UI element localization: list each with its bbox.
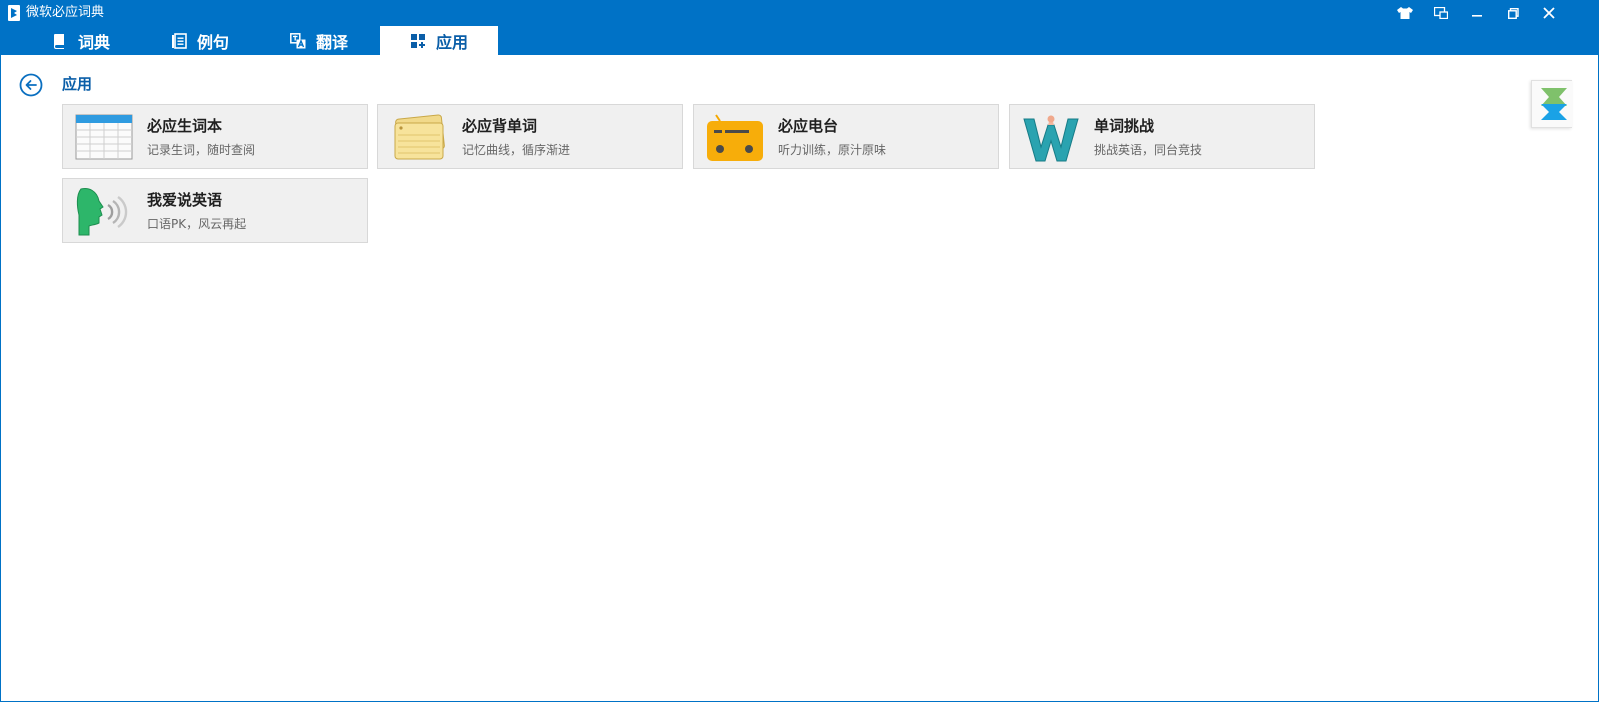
- close-button[interactable]: [1531, 0, 1567, 26]
- tab-apps[interactable]: 应用: [380, 26, 498, 55]
- tab-label: 应用: [436, 32, 469, 52]
- skin-button[interactable]: [1387, 0, 1423, 26]
- tab-label: 词典: [78, 32, 111, 52]
- app-title: 必应生词本: [147, 117, 223, 135]
- speaking-icon: [76, 188, 128, 236]
- app-card-flashcards[interactable]: 必应背单词 记忆曲线，循序渐进: [377, 104, 683, 169]
- tab-label: 例句: [197, 32, 230, 52]
- app-subtitle: 挑战英语，同台竞技: [1094, 143, 1203, 157]
- app-subtitle: 记录生词，随时查阅: [147, 143, 256, 157]
- skin-icon: [1397, 7, 1413, 19]
- tab-translate[interactable]: 翻译: [290, 26, 348, 55]
- side-widget[interactable]: [1531, 80, 1572, 128]
- wordbook-icon: [75, 114, 133, 160]
- translate-icon: [290, 32, 306, 48]
- app-card-wordbook[interactable]: 必应生词本 记录生词，随时查阅: [62, 104, 368, 169]
- app-subtitle: 听力训练，原汁原味: [778, 143, 887, 157]
- app-card-speaking[interactable]: 我爱说英语 口语PK，风云再起: [62, 178, 368, 243]
- tab-bar: 词典 例句 翻译 应用: [0, 26, 1599, 55]
- tab-dictionary[interactable]: 词典: [52, 26, 110, 55]
- restore-button[interactable]: [1495, 0, 1531, 26]
- window-title: 微软必应词典: [26, 5, 105, 20]
- app-title: 单词挑战: [1094, 117, 1155, 135]
- sentences-icon: [172, 32, 187, 49]
- tab-sentences[interactable]: 例句: [171, 26, 229, 55]
- app-subtitle: 口语PK，风云再起: [147, 217, 247, 231]
- tab-label: 翻译: [316, 32, 349, 52]
- app-card-word-challenge[interactable]: 单词挑战 挑战英语，同台竞技: [1009, 104, 1315, 169]
- book-icon: [54, 33, 64, 49]
- title-bar: 微软必应词典: [0, 0, 1599, 26]
- word-challenge-icon: [1023, 115, 1079, 162]
- restore-icon: [1507, 7, 1519, 19]
- app-title: 必应背单词: [462, 117, 538, 135]
- radio-icon: [707, 114, 763, 161]
- mini-mode-button[interactable]: [1423, 0, 1459, 26]
- back-arrow-icon[interactable]: [19, 73, 43, 97]
- mini-mode-icon: [1434, 7, 1448, 19]
- minimize-button[interactable]: [1459, 0, 1495, 26]
- flashcards-icon: [394, 114, 445, 160]
- apps-icon: [411, 33, 425, 48]
- app-subtitle: 记忆曲线，循序渐进: [462, 143, 571, 157]
- app-title: 必应电台: [778, 117, 839, 135]
- app-title: 我爱说英语: [147, 191, 223, 209]
- page-title: 应用: [62, 75, 93, 93]
- app-card-radio[interactable]: 必应电台 听力训练，原汁原味: [693, 104, 999, 169]
- close-icon: [1543, 7, 1555, 19]
- bing-logo-icon: [1541, 88, 1567, 120]
- minimize-icon: [1472, 15, 1482, 17]
- app-logo-icon: [8, 5, 20, 21]
